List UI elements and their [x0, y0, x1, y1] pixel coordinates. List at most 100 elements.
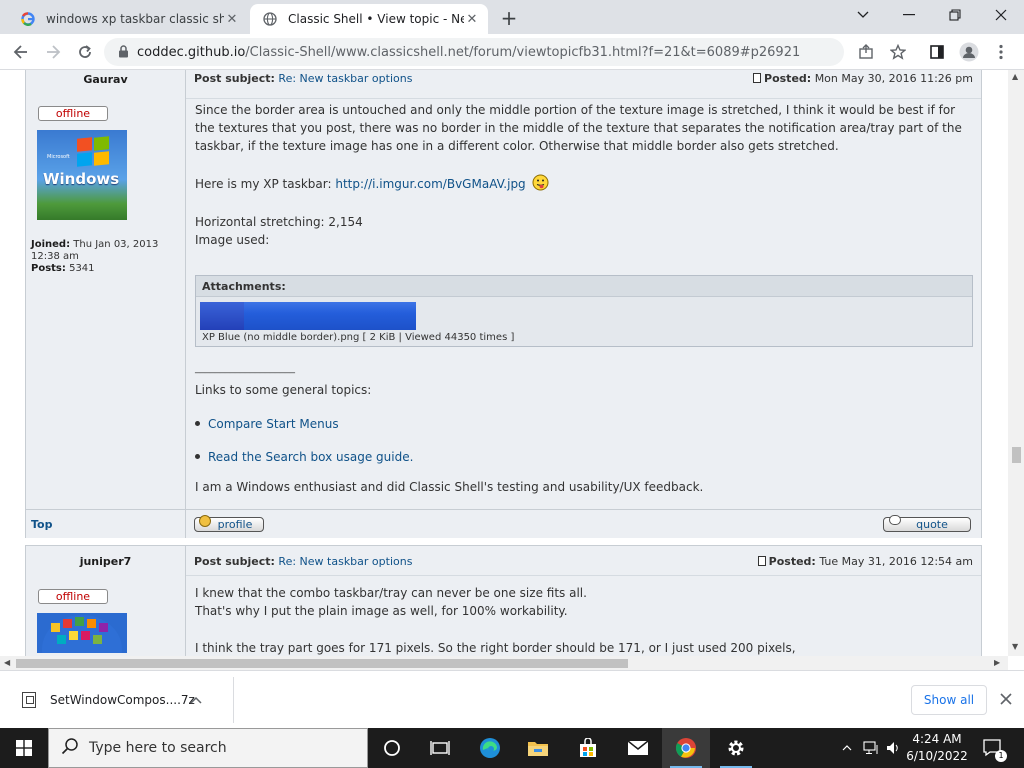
subject-link[interactable]: Re: New taskbar options — [278, 555, 412, 568]
subject-label: Post subject: — [194, 555, 275, 568]
horizontal-scrollbar[interactable]: ◀ ▶ — [0, 656, 1008, 670]
search-icon — [61, 737, 79, 759]
taskbar-search-input[interactable]: Type here to search — [48, 728, 368, 768]
avatar-windows-text: Windows — [43, 170, 120, 188]
post-icon[interactable] — [757, 556, 766, 566]
cortana-icon[interactable] — [368, 728, 416, 768]
quote-label: quote — [916, 518, 948, 531]
profile-avatar-icon[interactable] — [956, 39, 982, 65]
chrome-icon[interactable] — [662, 728, 710, 768]
forum-post: Gaurav offline Microsoft Windows Joined:… — [25, 70, 982, 538]
scroll-thumb[interactable] — [1012, 447, 1021, 463]
post-date: Posted: Mon May 30, 2016 11:26 pm — [753, 72, 973, 85]
tab-google-search[interactable]: windows xp taskbar classic shell - Googl… — [8, 4, 248, 34]
attachments-header: Attachments: — [196, 276, 972, 297]
close-icon[interactable] — [996, 689, 1016, 709]
footer-right: profile quote — [185, 510, 981, 538]
download-file-name: SetWindowCompos....7z — [50, 693, 195, 707]
profile-button[interactable]: profile — [194, 515, 264, 532]
share-icon[interactable] — [853, 39, 879, 65]
imgur-link[interactable]: http://i.imgur.com/BvGMaAV.jpg — [335, 177, 525, 191]
avatar: Microsoft Windows — [37, 130, 127, 220]
post-footer: Top profile quote — [26, 509, 981, 538]
close-icon[interactable]: ✕ — [464, 11, 480, 27]
post-author[interactable]: Gaurav — [26, 73, 185, 86]
reload-icon[interactable] — [72, 39, 98, 65]
vertical-scrollbar[interactable]: ▲ ▼ — [1008, 70, 1024, 656]
scroll-down-icon[interactable]: ▼ — [1012, 642, 1018, 651]
chevron-up-icon[interactable] — [190, 694, 202, 707]
address-bar[interactable]: coddec.github.io/Classic-Shell/www.class… — [104, 38, 844, 66]
xp-taskbar-prefix: Here is my XP taskbar: — [195, 177, 332, 191]
quote-button[interactable]: quote — [883, 515, 971, 532]
clock-time: 4:24 AM — [912, 732, 962, 746]
network-icon[interactable] — [860, 728, 882, 768]
post-line: I think the tray part goes for 171 pixel… — [195, 641, 796, 655]
post-line: That's why I put the plain image as well… — [195, 604, 568, 618]
screen: windows xp taskbar classic shell - Googl… — [0, 0, 1024, 768]
system-clock[interactable]: 4:24 AM 6/10/2022 — [900, 731, 974, 765]
archive-file-icon — [22, 692, 36, 708]
globe-icon — [262, 11, 278, 27]
avatar — [37, 613, 127, 653]
signature-rule: ____________________ — [195, 363, 295, 374]
attachment-caption: XP Blue (no middle border).png [ 2 KiB |… — [202, 332, 515, 343]
new-tab-button[interactable]: + — [498, 6, 520, 30]
restore-icon[interactable] — [932, 0, 978, 30]
back-icon[interactable] — [8, 39, 34, 65]
scroll-thumb[interactable] — [16, 659, 628, 668]
menu-kebab-icon[interactable] — [988, 39, 1014, 65]
xp-taskbar-line: Here is my XP taskbar: http://i.imgur.co… — [195, 174, 549, 196]
posted-label: Posted: — [768, 555, 816, 568]
lock-icon[interactable] — [118, 43, 129, 62]
download-item[interactable]: SetWindowCompos....7z — [12, 677, 234, 723]
post-date: Posted: Tue May 31, 2016 12:54 am — [757, 555, 973, 568]
subject-link[interactable]: Re: New taskbar options — [278, 72, 412, 85]
url-text: coddec.github.io/Classic-Shell/www.class… — [137, 45, 800, 60]
mail-icon[interactable] — [614, 728, 662, 768]
task-view-icon[interactable] — [416, 728, 464, 768]
microsoft-store-icon[interactable] — [564, 728, 612, 768]
url-host: coddec.github.io — [137, 44, 246, 60]
browser-toolbar: coddec.github.io/Classic-Shell/www.class… — [0, 34, 1024, 70]
side-panel-icon[interactable] — [924, 39, 950, 65]
attachment-image[interactable] — [200, 302, 416, 330]
window-close-icon[interactable] — [978, 0, 1024, 30]
tab-title: windows xp taskbar classic shell - Googl… — [46, 12, 224, 26]
scroll-up-icon[interactable]: ▲ — [1012, 72, 1018, 81]
notification-count: 1 — [995, 750, 1007, 762]
avatar-microsoft-text: Microsoft — [47, 154, 70, 160]
posted-value: Mon May 30, 2016 11:26 pm — [814, 72, 973, 85]
forward-icon[interactable] — [40, 39, 66, 65]
post-body-panel: Post subject: Re: New taskbar options Po… — [185, 546, 981, 656]
top-link[interactable]: Top — [31, 518, 52, 531]
settings-gear-icon[interactable] — [712, 728, 760, 768]
post-paragraph: Since the border area is untouched and o… — [195, 103, 962, 153]
joined-label: Joined: — [31, 239, 71, 250]
browser-tab-strip: windows xp taskbar classic shell - Googl… — [0, 0, 1024, 34]
tab-search-icon[interactable] — [840, 0, 886, 30]
url-path: /Classic-Shell/www.classicshell.net/foru… — [245, 44, 801, 60]
google-icon — [20, 11, 36, 27]
start-button[interactable] — [0, 728, 48, 768]
bullet-icon — [195, 421, 200, 426]
post-author-panel: Gaurav offline Microsoft Windows Joined:… — [26, 70, 185, 509]
signature-note: I am a Windows enthusiast and did Classi… — [195, 480, 704, 494]
edge-icon[interactable] — [466, 728, 514, 768]
tab-title: Classic Shell • View topic - New taskbar… — [288, 12, 464, 26]
tray-chevron-up-icon[interactable] — [838, 728, 856, 768]
tab-classic-shell[interactable]: Classic Shell • View topic - New taskbar… — [250, 4, 488, 34]
show-all-button[interactable]: Show all — [911, 685, 987, 715]
close-icon[interactable]: ✕ — [224, 11, 240, 27]
post-author[interactable]: juniper7 — [26, 555, 185, 568]
scroll-left-icon[interactable]: ◀ — [4, 658, 10, 667]
tongue-smiley-icon — [532, 174, 549, 196]
scroll-right-icon[interactable]: ▶ — [994, 658, 1000, 667]
post-icon[interactable] — [753, 73, 762, 83]
file-explorer-icon[interactable] — [514, 728, 562, 768]
compare-start-menus-link[interactable]: Compare Start Menus — [208, 417, 339, 431]
minimize-icon[interactable] — [886, 0, 932, 30]
notification-center-icon[interactable]: 1 — [980, 728, 1007, 768]
search-box-guide-link[interactable]: Read the Search box usage guide. — [208, 450, 413, 464]
bookmark-star-icon[interactable] — [885, 39, 911, 65]
